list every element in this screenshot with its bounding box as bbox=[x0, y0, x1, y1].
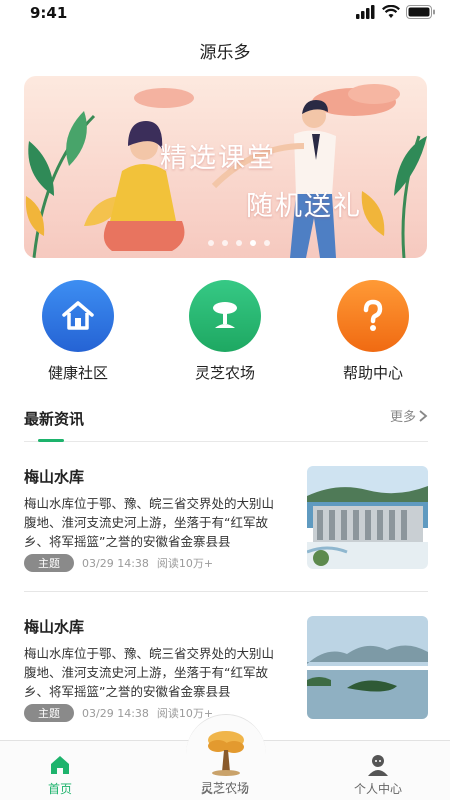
news-thumbnail bbox=[307, 616, 428, 719]
user-icon bbox=[368, 755, 388, 776]
news-section-header: 最新资讯 更多 bbox=[24, 406, 428, 442]
status-time: 9:41 bbox=[30, 4, 68, 22]
signal-icon bbox=[356, 5, 375, 19]
carousel-dot[interactable] bbox=[236, 240, 242, 246]
carousel-dots[interactable] bbox=[208, 240, 270, 246]
tab-label: 首页 bbox=[47, 782, 72, 796]
tab-lingzhi-label-overlay: 灵芝农场 bbox=[200, 781, 249, 795]
carousel-dot[interactable] bbox=[264, 240, 270, 246]
news-reads: 阅读10万+ bbox=[156, 557, 214, 570]
news-meta: 主题 03/29 14:38 阅读10万+ bbox=[24, 704, 213, 722]
more-label: 更多 bbox=[389, 410, 416, 425]
news-time: 03/29 14:38 bbox=[82, 556, 149, 570]
tab-label: 个人中心 bbox=[353, 782, 402, 796]
news-section-title: 最新资讯 bbox=[24, 410, 85, 428]
banner-line-1: 精选课堂 bbox=[160, 143, 276, 174]
quick-entry-row: 健康社区 灵芝农场 帮助中心 bbox=[0, 280, 450, 390]
news-description: 梅山水库位于鄂、豫、皖三省交界处的大别山腹地、淮河支流史河上游，坐落于有“红军故… bbox=[24, 496, 275, 549]
news-description: 梅山水库位于鄂、豫、皖三省交界处的大别山腹地、淮河支流史河上游，坐落于有“红军故… bbox=[24, 646, 275, 699]
news-card[interactable]: 梅山水库 梅山水库位于鄂、豫、皖三省交界处的大别山腹地、淮河支流史河上游，坐落于… bbox=[24, 466, 428, 606]
quick-entry-help-center[interactable]: 帮助中心 bbox=[313, 280, 433, 383]
carousel-dot-active[interactable] bbox=[250, 240, 256, 246]
battery-icon bbox=[406, 5, 435, 19]
news-divider bbox=[24, 591, 428, 592]
wifi-icon bbox=[382, 5, 400, 18]
status-icons bbox=[356, 5, 436, 19]
quick-entry-lingzhi-farm[interactable]: 灵芝农场 bbox=[165, 280, 285, 383]
news-tag: 主题 bbox=[24, 704, 74, 722]
quick-entry-health-community[interactable]: 健康社区 bbox=[18, 280, 138, 383]
quick-entry-label: 帮助中心 bbox=[342, 364, 403, 382]
status-bar: 9:41 bbox=[0, 0, 450, 26]
carousel-dot[interactable] bbox=[222, 240, 228, 246]
news-time: 03/29 14:38 bbox=[82, 706, 149, 720]
farm-tree-icon[interactable] bbox=[200, 726, 252, 778]
news-title: 梅山水库 bbox=[24, 618, 85, 636]
chevron-right-icon bbox=[419, 409, 428, 422]
tab-profile[interactable]: 个人中心 bbox=[318, 741, 438, 801]
carousel-dot[interactable] bbox=[208, 240, 214, 246]
news-title: 梅山水库 bbox=[24, 468, 85, 486]
question-icon bbox=[337, 280, 409, 352]
quick-entry-label: 灵芝农场 bbox=[194, 364, 255, 382]
news-meta: 主题 03/29 14:38 阅读10万+ bbox=[24, 554, 213, 572]
news-thumbnail bbox=[307, 466, 428, 569]
quick-entry-label: 健康社区 bbox=[47, 364, 108, 382]
news-tag: 主题 bbox=[24, 554, 74, 572]
tab-home[interactable]: 首页 bbox=[0, 741, 120, 801]
home-icon bbox=[51, 756, 69, 774]
sprout-icon bbox=[189, 280, 261, 352]
house-icon bbox=[42, 280, 114, 352]
more-link[interactable]: 更多 bbox=[390, 406, 428, 425]
promo-banner[interactable]: 精选课堂 随机送礼 bbox=[24, 76, 427, 258]
section-title-underline bbox=[38, 439, 64, 442]
banner-line-2: 随机送礼 bbox=[246, 191, 362, 222]
page-title: 源乐多 bbox=[199, 43, 251, 63]
